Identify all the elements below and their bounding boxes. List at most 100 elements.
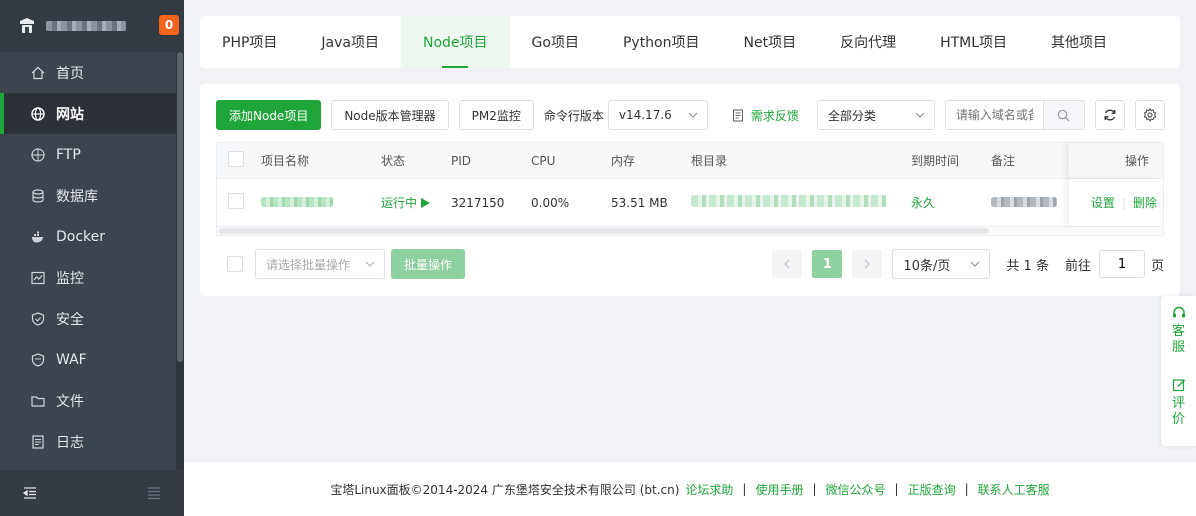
header-ops-label: 操作 xyxy=(1124,154,1149,168)
tab-go[interactable]: Go项目 xyxy=(510,16,601,68)
memory-value: 53.51 MB xyxy=(611,195,668,210)
cli-version-value: v14.17.6 xyxy=(618,108,672,122)
menu-list-icon[interactable] xyxy=(146,485,162,501)
header-root-dir: 根目录 xyxy=(691,154,728,168)
edit-icon xyxy=(1172,379,1185,392)
sidebar-item-docker[interactable]: Docker xyxy=(0,216,176,257)
footer-link-forum[interactable]: 论坛求助 xyxy=(685,481,733,498)
floating-help-panel: 客服 评价 xyxy=(1161,296,1196,446)
refresh-button[interactable] xyxy=(1094,100,1125,130)
search-icon xyxy=(1058,109,1070,121)
cpu-value: 0.00% xyxy=(531,195,570,210)
tab-reverse-proxy[interactable]: 反向代理 xyxy=(818,16,918,68)
row-select-cell xyxy=(217,193,261,212)
docker-icon xyxy=(30,229,46,245)
edit-note-icon xyxy=(732,108,743,122)
pm2-monitor-button[interactable]: PM2监控 xyxy=(458,100,534,130)
sidebar-item-label: 网站 xyxy=(56,106,84,123)
category-select[interactable]: 全部分类 xyxy=(816,100,935,130)
row-checkbox[interactable] xyxy=(228,193,244,209)
sidebar-item-monitor[interactable]: 监控 xyxy=(0,257,176,298)
add-node-project-button[interactable]: 添加Node项目 xyxy=(216,100,322,130)
customer-service-button[interactable]: 客服 xyxy=(1172,306,1186,356)
status-label: 运行中 xyxy=(381,196,418,210)
refresh-icon xyxy=(1104,109,1116,121)
note-cell[interactable] xyxy=(991,196,1071,210)
rate-label: 评价 xyxy=(1171,396,1185,427)
project-panel: 添加Node项目 Node版本管理器 PM2监控 命令行版本 v14.17.6 … xyxy=(200,84,1180,296)
sidebar-item-website[interactable]: 网站 xyxy=(0,93,176,134)
tab-net[interactable]: Net项目 xyxy=(722,16,819,68)
sidebar-nav: 首页 网站 FTP 数据库 Docker 监控 安全 WAF 文件 日志 xyxy=(0,52,176,462)
header-note: 备注 xyxy=(991,154,1016,168)
rate-button[interactable]: 评价 xyxy=(1172,378,1186,428)
settings-link[interactable]: 设置 xyxy=(1091,194,1115,211)
header-project-name[interactable]: 项目名称 xyxy=(261,152,381,169)
header-expire: 到期时间 xyxy=(911,154,960,168)
sidebar-item-files[interactable]: 文件 xyxy=(0,380,176,421)
node-version-manager-button[interactable]: Node版本管理器 xyxy=(331,100,449,130)
collapse-sidebar-icon[interactable] xyxy=(22,485,38,501)
prev-page-button[interactable] xyxy=(772,250,803,278)
ops-separator: | xyxy=(1121,195,1126,210)
tab-java[interactable]: Java项目 xyxy=(299,16,401,68)
status-cell[interactable]: 运行中 xyxy=(381,194,451,211)
batch-action-button[interactable]: 批量操作 xyxy=(391,249,466,279)
status-running[interactable]: 运行中 xyxy=(381,194,451,211)
search-button[interactable] xyxy=(1042,100,1085,130)
tab-python[interactable]: Python项目 xyxy=(601,16,722,68)
footer-link-license[interactable]: 正版查询 xyxy=(908,481,956,498)
sidebar-item-logs[interactable]: 日志 xyxy=(0,421,176,462)
sidebar-scrollbar-thumb[interactable] xyxy=(177,52,183,362)
sidebar-item-ftp[interactable]: FTP xyxy=(0,134,176,175)
root-dir-link[interactable] xyxy=(691,195,911,210)
page-size-select[interactable]: 10条/页 xyxy=(892,249,991,279)
sidebar-footer xyxy=(0,470,184,516)
sidebar-item-home[interactable]: 首页 xyxy=(0,52,176,93)
sidebar-item-waf[interactable]: WAF xyxy=(0,339,176,380)
home-icon xyxy=(30,65,46,81)
select-all-cell xyxy=(217,151,261,170)
cli-version-label: 命令行版本 xyxy=(543,108,604,123)
header-ops: 操作 xyxy=(1069,143,1163,178)
tab-other[interactable]: 其他项目 xyxy=(1029,16,1129,68)
sidebar: 0 首页 网站 FTP 数据库 Docker 监控 安全 WAF 文件 日志 xyxy=(0,0,184,516)
customer-service-label: 客服 xyxy=(1171,324,1185,355)
project-tabs: PHP项目 Java项目 Node项目 Go项目 Python项目 Net项目 … xyxy=(200,16,1180,68)
expire-value[interactable]: 永久 xyxy=(911,194,991,211)
tab-node[interactable]: Node项目 xyxy=(401,16,510,68)
settings-button[interactable] xyxy=(1134,100,1165,130)
database-icon xyxy=(30,188,46,204)
footer-link-support[interactable]: 联系人工客服 xyxy=(978,481,1050,498)
tab-php[interactable]: PHP项目 xyxy=(200,16,299,68)
sidebar-item-security[interactable]: 安全 xyxy=(0,298,176,339)
sidebar-item-label: 文件 xyxy=(56,393,84,410)
goto-page-input[interactable] xyxy=(1098,250,1145,278)
search-input[interactable] xyxy=(944,100,1043,130)
category-value: 全部分类 xyxy=(827,108,876,123)
footer-link-manual[interactable]: 使用手册 xyxy=(755,481,803,498)
brand xyxy=(0,0,184,52)
sidebar-item-label: WAF xyxy=(56,351,87,368)
project-name-blurred[interactable] xyxy=(261,196,381,210)
table-hscrollbar-thumb[interactable] xyxy=(219,228,989,234)
play-icon xyxy=(421,197,431,208)
chevron-left-icon xyxy=(784,259,790,269)
globe-icon xyxy=(30,106,46,122)
batch-action-select[interactable]: 请选择批量操作 xyxy=(255,249,385,279)
footer-link-wechat[interactable]: 微信公众号 xyxy=(826,481,886,498)
select-all-checkbox[interactable] xyxy=(228,151,244,167)
batch-select-all-checkbox[interactable] xyxy=(227,256,243,272)
notification-badge[interactable]: 0 xyxy=(159,15,179,35)
sidebar-scrollbar[interactable] xyxy=(176,52,184,470)
sidebar-item-label: 日志 xyxy=(56,434,84,451)
cli-version-select[interactable]: v14.17.6 xyxy=(607,100,708,130)
delete-link[interactable]: 删除 xyxy=(1133,194,1157,211)
sidebar-item-database[interactable]: 数据库 xyxy=(0,175,176,216)
page-suffix: 页 xyxy=(1150,258,1164,274)
next-page-button[interactable] xyxy=(852,250,883,278)
table-hscrollbar[interactable] xyxy=(217,227,1163,235)
tab-html[interactable]: HTML项目 xyxy=(918,16,1029,68)
feedback-link[interactable]: 需求反馈 xyxy=(732,107,799,124)
page-number-current[interactable]: 1 xyxy=(812,250,843,278)
